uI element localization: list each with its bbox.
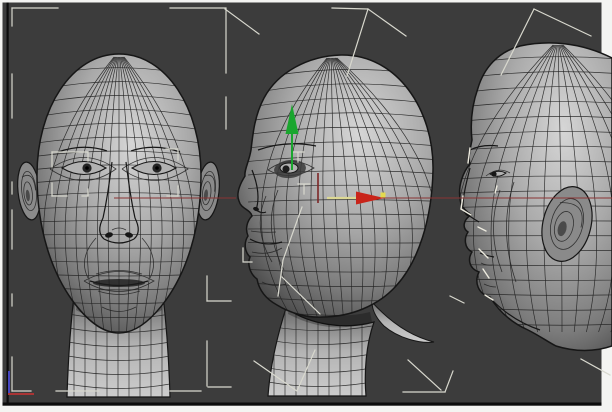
viewport-canvas[interactable] [0, 0, 612, 412]
left-pupil [85, 166, 89, 170]
vertex-highlight[interactable] [381, 193, 386, 198]
viewport-left-edge [7, 3, 9, 404]
iris [491, 171, 496, 176]
viewport-bottom-edge [3, 403, 602, 406]
mouth-slit [93, 279, 145, 287]
screenshot-frame [0, 0, 612, 412]
right-pupil [155, 166, 159, 170]
iris [282, 165, 289, 172]
